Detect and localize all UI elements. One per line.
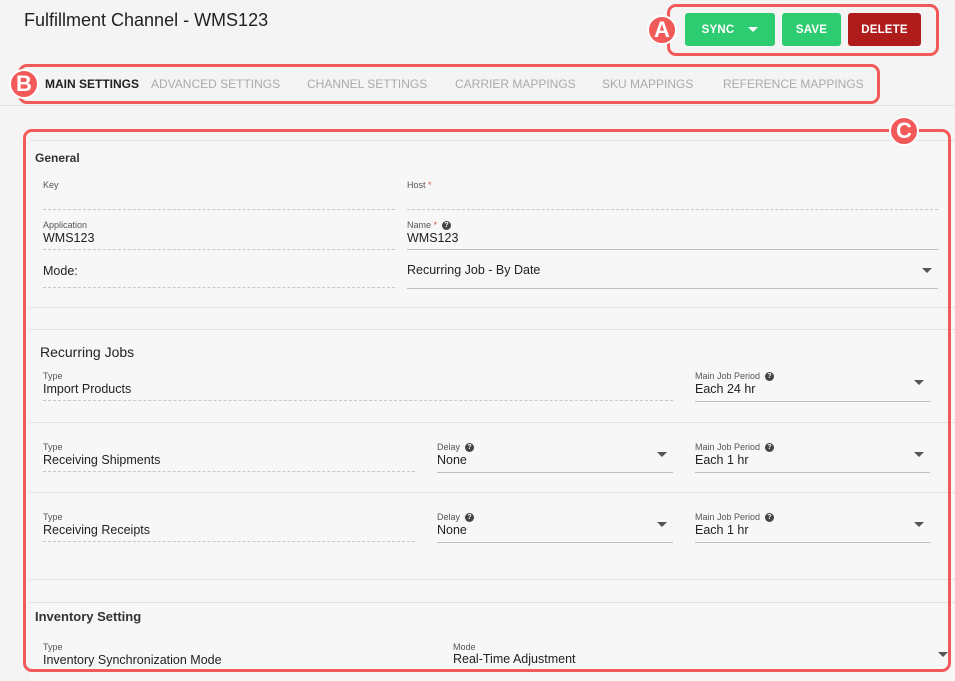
tabs-divider [0, 105, 955, 106]
annotation-box-a [667, 4, 939, 56]
annotation-badge-a: A [647, 15, 677, 45]
annotation-badge-b: B [9, 69, 39, 99]
annotation-box-c [23, 129, 951, 672]
annotation-box-b [18, 64, 880, 104]
page-title: Fulfillment Channel - WMS123 [24, 10, 269, 30]
annotation-badge-c: C [889, 116, 919, 146]
